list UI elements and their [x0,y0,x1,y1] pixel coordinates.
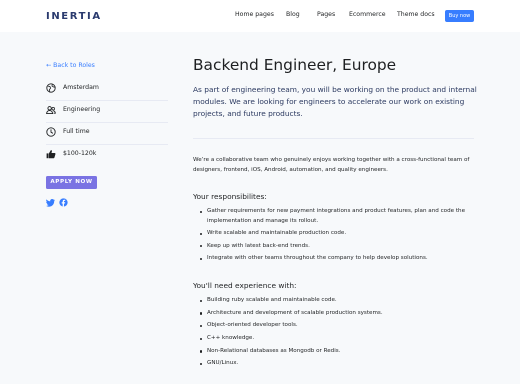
list-item: Keep up with latest back-end trends. [198,242,480,252]
nav-theme-docs[interactable]: Theme docs [397,11,435,18]
buy-now-button[interactable]: Buy now [445,10,474,22]
list-item: Non-Relational databases as Mongodb or R… [198,347,480,357]
job-lead-paragraph: As part of engineering team, you will be… [193,85,477,118]
list-item: Gather requirements for new payment inte… [198,207,480,226]
detail-department: Engineering [46,101,168,123]
detail-location: Amsterdam [46,79,168,101]
list-item: GNU/Linux. [198,359,480,369]
experience-list: Building ruby scalable and maintainable … [198,296,480,369]
nav-ecommerce[interactable]: Ecommerce [349,11,386,18]
facebook-icon[interactable] [59,198,68,207]
thumbs-up-icon [46,150,56,159]
list-item: C++ knowledge. [198,334,480,344]
job-intro-paragraph: We’re a collaborative team who genuinely… [193,157,470,173]
detail-location-label: Amsterdam [63,84,99,91]
globe-icon [46,83,56,93]
responsibilities-list: Gather requirements for new payment inte… [198,207,480,264]
clock-icon [46,127,56,137]
detail-salary: $100-120k [46,145,168,167]
job-title: Backend Engineer, Europe [193,56,397,74]
users-icon [46,106,56,115]
back-to-roles-link[interactable]: ← Back to Roles [46,62,95,69]
list-item: Object-oriented developer tools. [198,321,480,331]
nav-pages[interactable]: Pages [317,11,335,18]
detail-salary-label: $100-120k [63,150,97,157]
nav-home-pages[interactable]: Home pages [235,11,274,18]
back-link-label: Back to Roles [53,62,95,69]
detail-employment-type: Full time [46,123,168,145]
responsibilities-heading: Your responsibilites: [193,192,267,201]
list-item: Integrate with other teams throughout th… [198,254,480,264]
list-item: Write scalable and maintainable producti… [198,229,480,239]
apply-now-button[interactable]: APPLY NOW [46,176,97,189]
divider [193,138,474,139]
list-item: Building ruby scalable and maintainable … [198,296,480,306]
site-logo[interactable]: INERTIA [46,11,102,22]
list-item: Architecture and development of scalable… [198,309,480,319]
detail-department-label: Engineering [63,106,101,113]
detail-employment-type-label: Full time [63,128,90,135]
nav-blog[interactable]: Blog [286,11,300,18]
experience-heading: You'll need experience with: [193,281,297,290]
site-header: INERTIA Home pages Blog Pages Ecommerce … [0,0,520,32]
twitter-icon[interactable] [46,198,55,207]
